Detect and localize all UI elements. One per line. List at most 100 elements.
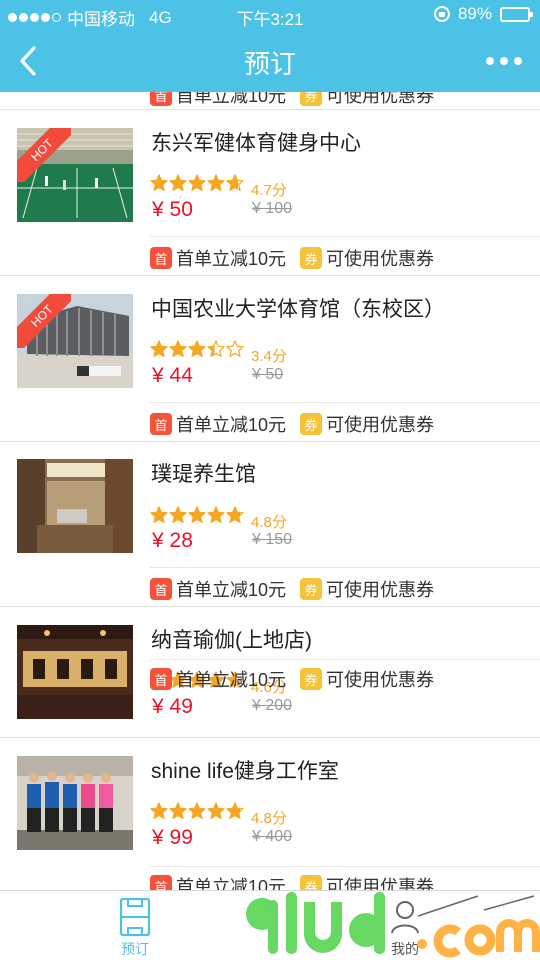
price: ¥ 28 (152, 529, 193, 553)
item-divider (150, 659, 540, 660)
star-icon (207, 174, 225, 191)
battery-percent: 89% (457, 4, 492, 23)
coupon-text: 可使用优惠券 (326, 92, 435, 106)
venue-name: shine life健身工作室 (151, 760, 339, 783)
venue-photo: HOT (17, 294, 133, 388)
star-icon (188, 174, 206, 191)
original-price: ¥ 100 (252, 200, 293, 217)
star-icon (226, 802, 244, 819)
first-order-badge: 首 (150, 413, 172, 435)
venue-name: 纳音瑜伽(上地店) (151, 629, 312, 652)
star-icon (188, 506, 206, 523)
promo-row: 首 首单立减10元 券 可使用优惠券 (150, 245, 434, 271)
venue-name: 东兴军健体育健身中心 (151, 132, 361, 155)
coupon-text: 可使用优惠券 (326, 670, 435, 690)
first-order-text: 首单立减10元 (176, 92, 287, 106)
hot-tag: HOT (17, 128, 71, 182)
star-icon (150, 174, 168, 191)
star-icon (150, 340, 168, 357)
star-icon (207, 506, 225, 523)
rating-score: 4.8分 (251, 514, 287, 531)
venue-photo (17, 459, 133, 553)
rating-stars (150, 340, 244, 358)
first-order-text: 首单立减10元 (176, 249, 287, 269)
promo-row: 首首单立减10元券可使用优惠券 (150, 666, 434, 692)
star-icon (188, 340, 206, 357)
star-icon (207, 340, 225, 357)
venue-photo: HOT (17, 128, 133, 222)
first-order-badge: 首 (150, 247, 172, 269)
price: ¥ 99 (152, 826, 193, 850)
venue-name: 璞瑅养生馆 (151, 463, 256, 486)
star-icon (169, 340, 187, 357)
status-bar: 中国移动 4G 下午3:21 89% (0, 0, 540, 30)
price-value: 49 (169, 695, 193, 718)
star-icon (207, 802, 225, 819)
nav-bar: 预订 (0, 30, 540, 92)
court-icon (119, 897, 151, 937)
venue-item[interactable]: HOT 中国农业大学体育馆（东校区） 3.4分 ¥ 44 ¥ 50 首 首单立减… (0, 276, 540, 441)
first-order-text: 首单立减10元 (176, 415, 287, 435)
hot-label: HOT (17, 294, 71, 348)
watermark-logo (240, 888, 540, 960)
star-icon (226, 506, 244, 523)
item-divider (150, 402, 540, 403)
star-icon (188, 802, 206, 819)
coupon-badge: 券 (300, 413, 323, 435)
rating-score: 4.7分 (251, 182, 287, 199)
coupon-text: 可使用优惠券 (326, 249, 435, 269)
price-value: 99 (169, 826, 193, 849)
price-currency: ¥ (152, 529, 164, 552)
star-icon (226, 174, 244, 191)
original-price: ¥ 50 (252, 366, 284, 383)
price-currency: ¥ (152, 364, 164, 387)
venue-photo (17, 625, 133, 719)
item-divider (150, 236, 540, 237)
star-icon (169, 174, 187, 191)
star-icon (150, 802, 168, 819)
tab-book[interactable]: 预订 (95, 897, 175, 959)
tab-book-label: 预订 (121, 941, 149, 957)
first-order-text: 首单立减10元 (176, 670, 287, 690)
first-order-badge: 首 (150, 875, 172, 890)
more-dots-icon[interactable] (486, 57, 522, 65)
partial-promo-row: 首 首单立减10元 券 可使用优惠券 (150, 92, 434, 108)
first-order-badge: 首 (150, 578, 172, 600)
star-icon (169, 506, 187, 523)
coupon-badge: 券 (300, 578, 323, 600)
status-right: 89% (433, 4, 533, 24)
hot-tag: HOT (17, 294, 71, 348)
first-order-badge: 首 (150, 92, 172, 106)
original-price: ¥ 400 (252, 828, 293, 845)
venue-item[interactable]: HOT 东兴军健体育健身中心 4.7分 ¥ 50 ¥ 100 首 首单立减10元… (0, 110, 540, 275)
coupon-badge: 券 (300, 92, 323, 106)
coupon-text: 可使用优惠券 (326, 580, 435, 600)
coupon-badge: 券 (300, 668, 323, 690)
first-order-badge: 首 (150, 668, 172, 690)
venue-item[interactable]: shine life健身工作室 4.8分 ¥ 99 ¥ 400 首 首单立减10… (0, 738, 540, 890)
item-divider (150, 567, 540, 568)
price-value: 44 (169, 364, 193, 387)
original-price: ¥ 200 (252, 697, 293, 714)
price: ¥ 49 (152, 695, 193, 719)
first-order-text: 首单立减10元 (176, 580, 287, 600)
rating-stars (150, 506, 244, 524)
star-icon (150, 506, 168, 523)
rating-stars (150, 802, 244, 820)
promo-row: 首 首单立减10元 券 可使用优惠券 (150, 576, 434, 602)
promo-row: 首 首单立减10元 券 可使用优惠券 (150, 411, 434, 437)
venue-item[interactable]: 璞瑅养生馆 4.8分 ¥ 28 ¥ 150 首 首单立减10元 券 可使用优惠券 (0, 442, 540, 607)
venue-photo (17, 756, 133, 850)
orientation-lock-icon (433, 6, 450, 22)
price: ¥ 50 (152, 198, 193, 222)
price-value: 50 (169, 198, 193, 221)
venue-list[interactable]: 首 首单立减10元 券 可使用优惠券 HOT 东兴军健体育健身中心 4.7分 ¥… (0, 92, 540, 890)
price-currency: ¥ (152, 695, 164, 718)
price-value: 28 (169, 529, 193, 552)
price-currency: ¥ (152, 198, 164, 221)
star-icon (226, 340, 244, 357)
coupon-text: 可使用优惠券 (326, 415, 435, 435)
original-price: ¥ 150 (252, 531, 293, 548)
item-divider (150, 866, 540, 867)
star-icon (169, 802, 187, 819)
